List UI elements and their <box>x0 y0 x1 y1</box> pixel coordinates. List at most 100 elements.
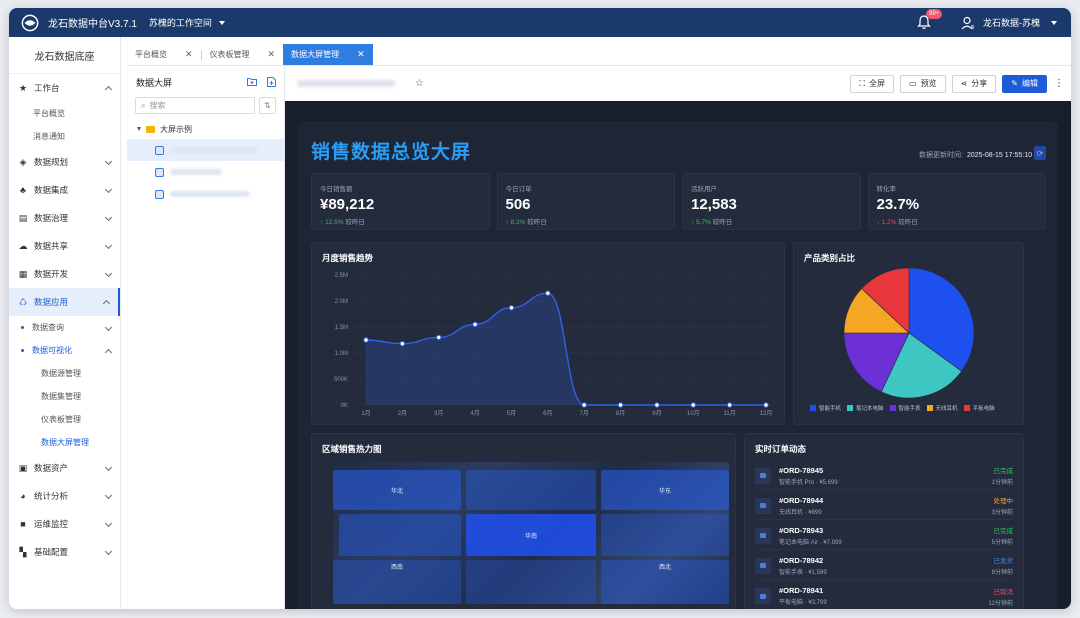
user-menu[interactable]: 龙石数据-苏槐 <box>961 16 1057 30</box>
sidebar-sub-overview[interactable]: 平台概览 <box>9 102 120 125</box>
fullscreen-button[interactable]: ⛶ 全屏 <box>850 74 895 93</box>
order-id: #ORD-78942 <box>779 555 824 565</box>
order-desc: 智能手表 · ¥1,599 <box>779 569 827 576</box>
button-label: 预览 <box>920 79 937 88</box>
add-folder-icon[interactable] <box>247 77 257 86</box>
cart-icon <box>755 497 771 514</box>
legend-label: 笔记本电脑 <box>856 406 884 412</box>
dev-icon: ▦ <box>18 268 28 279</box>
heat-cell-northwest[interactable]: 西北 <box>601 560 729 604</box>
tab-bigscreen-management[interactable]: 数据大屏管理 ✕ <box>283 44 373 65</box>
add-file-icon[interactable] <box>267 77 276 87</box>
cart-icon <box>755 527 771 544</box>
chevron-down-icon <box>104 213 113 222</box>
legend-label: 平板电脑 <box>972 406 995 412</box>
order-desc: 智能手机 Pro · ¥5,699 <box>779 479 838 486</box>
sidebar-item-label: 数据共享 <box>34 241 69 251</box>
order-row[interactable]: #ORD-78943 笔记本电脑 Air · ¥7,999 已完成 5分钟前 <box>755 522 1013 550</box>
legend-item[interactable]: 智能手机 <box>810 404 841 412</box>
chevron-down-icon <box>218 20 225 25</box>
kpi-change: ↑ 8.2% 较昨日 <box>506 216 667 226</box>
cart-icon <box>755 557 771 574</box>
legend-item[interactable]: 智能手表 <box>889 404 921 412</box>
sidebar-item-application[interactable]: ♺ 数据应用 <box>9 288 120 316</box>
update-label: 数据更新时间: <box>919 152 963 159</box>
kpi-change-suffix: 较昨日 <box>898 219 918 226</box>
order-desc: 无线耳机 · ¥899 <box>779 509 822 516</box>
asset-icon: ▣ <box>18 462 28 473</box>
sidebar-sub-dashboard[interactable]: 仪表板管理 <box>9 408 120 431</box>
tab-platform-overview[interactable]: 平台概览 ✕ <box>127 44 201 65</box>
legend-label: 智能手机 <box>819 406 842 412</box>
sidebar-item-sharing[interactable]: ☁ 数据共享 <box>9 232 120 260</box>
pie-icon: ◕ <box>20 491 26 501</box>
close-icon[interactable]: ✕ <box>357 49 365 60</box>
sidebar-item-config[interactable]: ▚ 基础配置 <box>9 538 120 566</box>
sidebar-item-monitoring[interactable]: ■ 运维监控 <box>9 510 120 538</box>
sidebar-sub-query[interactable]: 数据查询 <box>9 316 120 339</box>
sidebar-sub-visualization[interactable]: 数据可视化 <box>9 339 120 362</box>
heat-cell-center-bottom[interactable] <box>466 560 596 604</box>
favorite-star-icon[interactable]: ☆ <box>415 78 424 89</box>
tree-leaf[interactable] <box>127 139 284 161</box>
sort-icon: ⇅ <box>264 101 271 110</box>
legend-label: 无线耳机 <box>935 406 958 412</box>
share-button[interactable]: ⋖ 分享 <box>951 74 997 93</box>
order-row[interactable]: #ORD-78941 平板电脑 · ¥3,799 已取消 12分钟前 <box>755 582 1013 609</box>
order-id: #ORD-78941 <box>779 586 824 595</box>
notification-button[interactable]: 99+ <box>917 8 943 31</box>
more-icon[interactable]: ⋮ <box>1053 78 1065 89</box>
tree-leaf[interactable] <box>127 183 284 205</box>
heat-cell-east-left[interactable] <box>466 470 596 510</box>
close-icon[interactable]: ✕ <box>268 49 276 60</box>
heat-cell-north[interactable]: 华北 <box>333 470 461 510</box>
screen-icon <box>155 167 164 177</box>
sidebar-item-development[interactable]: ▦ 数据开发 <box>9 260 120 288</box>
heat-cell-south[interactable]: 华南 <box>466 514 596 556</box>
heat-cell-southwest[interactable]: 西南 <box>333 560 461 604</box>
sidebar-item-statistics[interactable]: ◕ 统计分析 <box>9 482 120 510</box>
sidebar-item-assets[interactable]: ▣ 数据资产 <box>9 454 120 482</box>
sidebar-item-label: 数据规划 <box>34 157 69 167</box>
redacted-name <box>170 191 250 197</box>
order-row[interactable]: #ORD-78944 无线耳机 · ¥899 处理中 3分钟前 <box>755 492 1013 520</box>
tree-folder[interactable]: 大屏示例 <box>127 119 284 139</box>
trend-point <box>581 402 587 408</box>
tree-leaf[interactable] <box>127 161 284 183</box>
sidebar-sub-datasource[interactable]: 数据源管理 <box>9 362 120 385</box>
tree-search-input[interactable]: ⌕ 搜索 <box>135 97 255 114</box>
preview-button[interactable]: ▭ 预览 <box>900 74 946 93</box>
x-tick-label: 8月 <box>616 410 625 417</box>
sidebar-sub-dataset[interactable]: 数据集管理 <box>9 385 120 408</box>
chevron-down-icon <box>104 519 113 528</box>
heat-cell-east[interactable]: 华东 <box>601 470 729 510</box>
order-row[interactable]: #ORD-78945 智能手机 Pro · ¥5,699 已完成 1分钟前 <box>755 462 1013 490</box>
legend-item[interactable]: 笔记本电脑 <box>847 404 884 412</box>
chevron-down-icon <box>104 323 113 332</box>
heat-cell-west-top[interactable] <box>339 514 461 556</box>
sidebar-item-workbench[interactable]: ★ 工作台 <box>9 74 120 102</box>
close-icon[interactable]: ✕ <box>185 49 193 60</box>
button-label: 分享 <box>971 79 988 88</box>
sidebar-item-governance[interactable]: ▤ 数据治理 <box>9 204 120 232</box>
trend-panel: 月度销售趋势 0K 500K 1.0M 1.5M 2.0M 2.5M 1月 2月 3月 4月 5月 6… <box>311 242 785 425</box>
trend-chart: 0K 500K 1.0M 1.5M 2.0M 2.5M 1月 2月 3月 4月 5月 6月 7月 8月 9月… <box>334 273 772 417</box>
legend-item[interactable]: 平板电脑 <box>963 404 995 412</box>
cart-icon <box>755 467 771 484</box>
heat-cell-east-mid[interactable] <box>601 514 729 556</box>
kpi-change-suffix: 较昨日 <box>345 219 365 226</box>
tab-dashboard-management[interactable]: 仪表板管理 ✕ <box>202 44 284 65</box>
sort-button[interactable]: ⇅ <box>259 97 276 114</box>
sidebar-sub-bigscreen[interactable]: 数据大屏管理 <box>9 431 120 454</box>
sidebar-item-planning[interactable]: ◈ 数据规划 <box>9 148 120 176</box>
edit-button[interactable]: ✎ 编辑 <box>1002 74 1047 93</box>
refresh-button[interactable]: ⟳ <box>1034 146 1046 160</box>
workspace-switcher[interactable]: 苏槐的工作空间 <box>149 16 225 29</box>
trend-point <box>363 337 369 343</box>
order-row[interactable]: #ORD-78942 智能手表 · ¥1,599 已发货 8分钟前 <box>755 552 1013 580</box>
sidebar-sub-messages[interactable]: 消息通知 <box>9 125 120 148</box>
order-status: 已完成 <box>993 528 1014 535</box>
legend-item[interactable]: 无线耳机 <box>926 404 958 412</box>
sidebar-item-integration[interactable]: ♣ 数据集成 <box>9 176 120 204</box>
kpi-value: 23.7% <box>876 196 920 213</box>
